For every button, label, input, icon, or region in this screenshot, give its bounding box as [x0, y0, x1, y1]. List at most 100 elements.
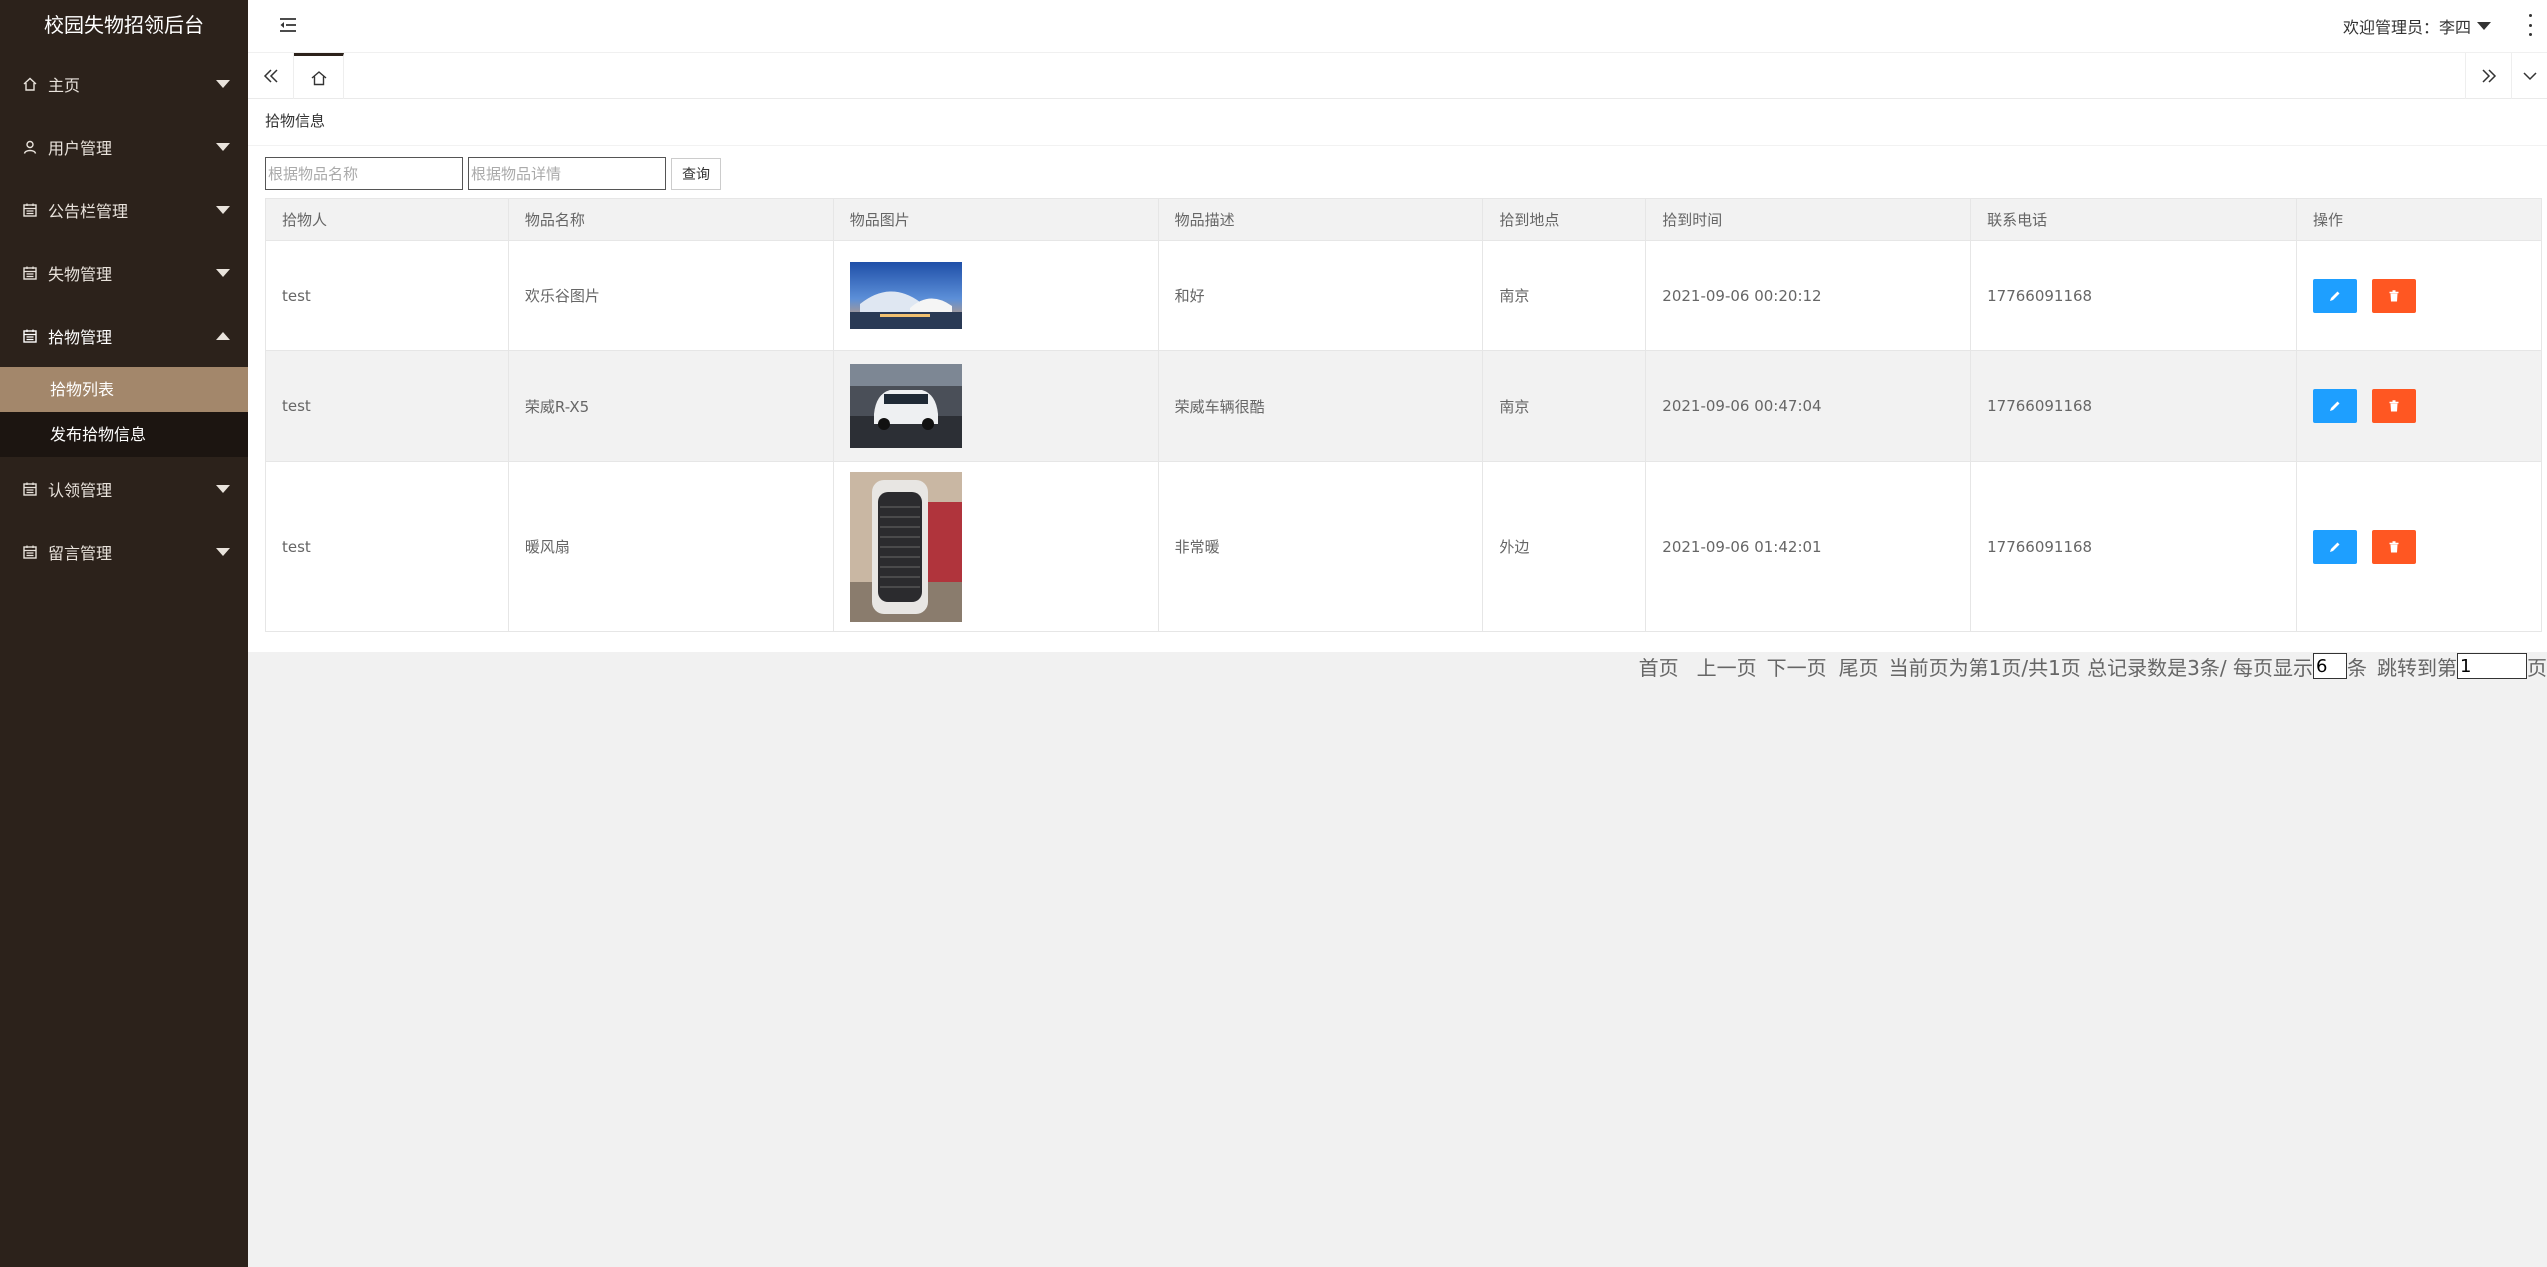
calendar-icon — [22, 544, 38, 560]
item-detail-search-input[interactable] — [468, 157, 666, 190]
sidebar-item-label: 拾物管理 — [48, 327, 113, 347]
pencil-icon — [2330, 542, 2340, 552]
delete-button[interactable] — [2372, 389, 2416, 423]
last-page-link[interactable]: 尾页 — [1839, 652, 1879, 681]
top-header: 欢迎管理员：李四 — [248, 0, 2547, 53]
chevron-down-icon — [216, 205, 230, 214]
calendar-icon — [22, 265, 38, 281]
pencil-icon — [2330, 291, 2340, 301]
admin-menu[interactable]: 欢迎管理员：李四 — [2343, 14, 2491, 38]
sidebar-item-messages[interactable]: 留言管理 — [0, 520, 248, 583]
sidebar: 校园失物招领后台 主页 用户管理 公告栏管理 失物管理 拾物管理 拾物列表 发布… — [0, 0, 248, 1267]
first-page-link[interactable]: 首页 — [1639, 652, 1679, 681]
chevron-down-icon — [216, 79, 230, 88]
column-header: 物品描述 — [1157, 198, 1484, 241]
sidebar-item-home[interactable]: 主页 — [0, 52, 248, 115]
column-header: 拾物人 — [265, 198, 509, 241]
page-info: 当前页为第1页/共1页 总记录数是3条/ 每页显示 — [1888, 655, 2313, 680]
chevron-down-icon — [216, 484, 230, 493]
prev-page-link[interactable]: 上一页 — [1697, 652, 1757, 681]
home-icon — [311, 70, 326, 85]
chevron-down-icon — [216, 142, 230, 151]
calendar-icon — [22, 481, 38, 497]
column-header: 拾到时间 — [1645, 198, 1972, 241]
actions-cell — [2296, 350, 2542, 462]
time-cell: 2021-09-06 00:47:04 — [1645, 350, 1972, 462]
tab-scroll-left-button[interactable] — [248, 53, 294, 99]
page-size-unit: 条 — [2347, 655, 2367, 680]
item-image-car — [849, 364, 962, 448]
column-header: 物品名称 — [507, 198, 834, 241]
jump-page-unit: 页 — [2527, 655, 2547, 680]
submenu-item-publish-found[interactable]: 发布拾物信息 — [0, 412, 248, 457]
pagination: 首页 上一页 下一页 尾页 当前页为第1页/共1页 总记录数是3条/ 每页显示 … — [248, 652, 2547, 680]
jump-label: 跳转到第 — [2377, 655, 2457, 680]
sidebar-item-users[interactable]: 用户管理 — [0, 115, 248, 178]
double-chevron-left-icon — [263, 69, 278, 83]
search-bar: 查询 — [265, 157, 721, 190]
chevron-down-icon — [2522, 72, 2537, 81]
pencil-icon — [2330, 401, 2340, 411]
item-image-heater — [849, 471, 962, 622]
page-size-input[interactable] — [2313, 653, 2347, 679]
tab-home[interactable] — [294, 53, 344, 99]
home-icon — [22, 76, 38, 92]
table-row: test 欢乐谷图片 和好 南京 2021-09-06 00:20:12 177… — [265, 240, 2542, 351]
table-row: test 荣威R-X5 荣威车辆很酷 南京 2021-09-06 00:47:0… — [265, 350, 2542, 462]
item-image-cell — [832, 461, 1159, 632]
sidebar-item-announcements[interactable]: 公告栏管理 — [0, 178, 248, 241]
column-header: 拾到地点 — [1482, 198, 1647, 241]
phone-cell: 17766091168 — [1970, 461, 2297, 632]
column-header: 操作 — [2296, 198, 2542, 241]
trash-icon — [2389, 540, 2399, 552]
item-desc-cell: 非常暖 — [1157, 461, 1484, 632]
time-cell: 2021-09-06 00:20:12 — [1645, 240, 1972, 351]
menu-fold-icon[interactable] — [278, 15, 298, 35]
sidebar-item-label: 留言管理 — [48, 543, 113, 563]
found-items-table: 拾物人 物品名称 物品图片 物品描述 拾到地点 拾到时间 联系电话 操作 tes… — [265, 198, 2542, 632]
item-image-happy-valley — [849, 262, 962, 329]
sidebar-item-found[interactable]: 拾物管理 — [0, 304, 248, 367]
content-panel: 拾物信息 查询 拾物人 物品名称 物品图片 物品描述 拾到地点 拾到时间 联系电… — [248, 99, 2547, 652]
sidebar-item-lost[interactable]: 失物管理 — [0, 241, 248, 304]
place-cell: 南京 — [1482, 350, 1647, 462]
item-name-cell: 暖风扇 — [507, 461, 834, 632]
delete-button[interactable] — [2372, 529, 2416, 564]
sidebar-item-label: 公告栏管理 — [48, 201, 129, 221]
column-header: 联系电话 — [1970, 198, 2297, 241]
item-desc-cell: 荣威车辆很酷 — [1157, 350, 1484, 462]
edit-button[interactable] — [2313, 389, 2357, 423]
column-header: 物品图片 — [832, 198, 1159, 241]
app-title: 校园失物招领后台 — [44, 13, 204, 37]
query-button[interactable]: 查询 — [671, 157, 721, 190]
tab-scroll-right-button[interactable] — [2465, 53, 2511, 99]
caret-down-icon — [2477, 22, 2491, 30]
edit-button[interactable] — [2313, 529, 2357, 564]
edit-button[interactable] — [2313, 278, 2357, 313]
table-row: test 暖风扇 非常暖 外边 2021-09-06 01:42:01 1776… — [265, 461, 2542, 632]
sidebar-item-label: 主页 — [48, 75, 81, 95]
welcome-text: 欢迎管理员：李四 — [2342, 18, 2471, 37]
tab-options-button[interactable] — [2511, 53, 2547, 99]
sidebar-item-claims[interactable]: 认领管理 — [0, 457, 248, 520]
item-image-cell — [832, 240, 1159, 351]
sidebar-item-label: 失物管理 — [48, 264, 113, 284]
place-cell: 外边 — [1482, 461, 1647, 632]
calendar-icon — [22, 328, 38, 344]
actions-cell — [2296, 240, 2542, 351]
item-desc-cell: 和好 — [1157, 240, 1484, 351]
double-chevron-right-icon — [2481, 69, 2496, 83]
submenu-found: 拾物列表 发布拾物信息 — [0, 367, 248, 457]
item-name-search-input[interactable] — [265, 157, 463, 190]
table-header-row: 拾物人 物品名称 物品图片 物品描述 拾到地点 拾到时间 联系电话 操作 — [265, 198, 2542, 241]
jump-page-input[interactable] — [2457, 653, 2527, 679]
submenu-item-found-list[interactable]: 拾物列表 — [0, 367, 248, 412]
chevron-up-icon — [216, 331, 230, 340]
chevron-down-icon — [216, 547, 230, 556]
more-vertical-icon[interactable] — [2527, 14, 2533, 36]
calendar-icon — [22, 202, 38, 218]
tab-bar — [248, 53, 2547, 99]
next-page-link[interactable]: 下一页 — [1767, 652, 1827, 681]
item-name-cell: 欢乐谷图片 — [507, 240, 834, 351]
delete-button[interactable] — [2372, 278, 2416, 313]
